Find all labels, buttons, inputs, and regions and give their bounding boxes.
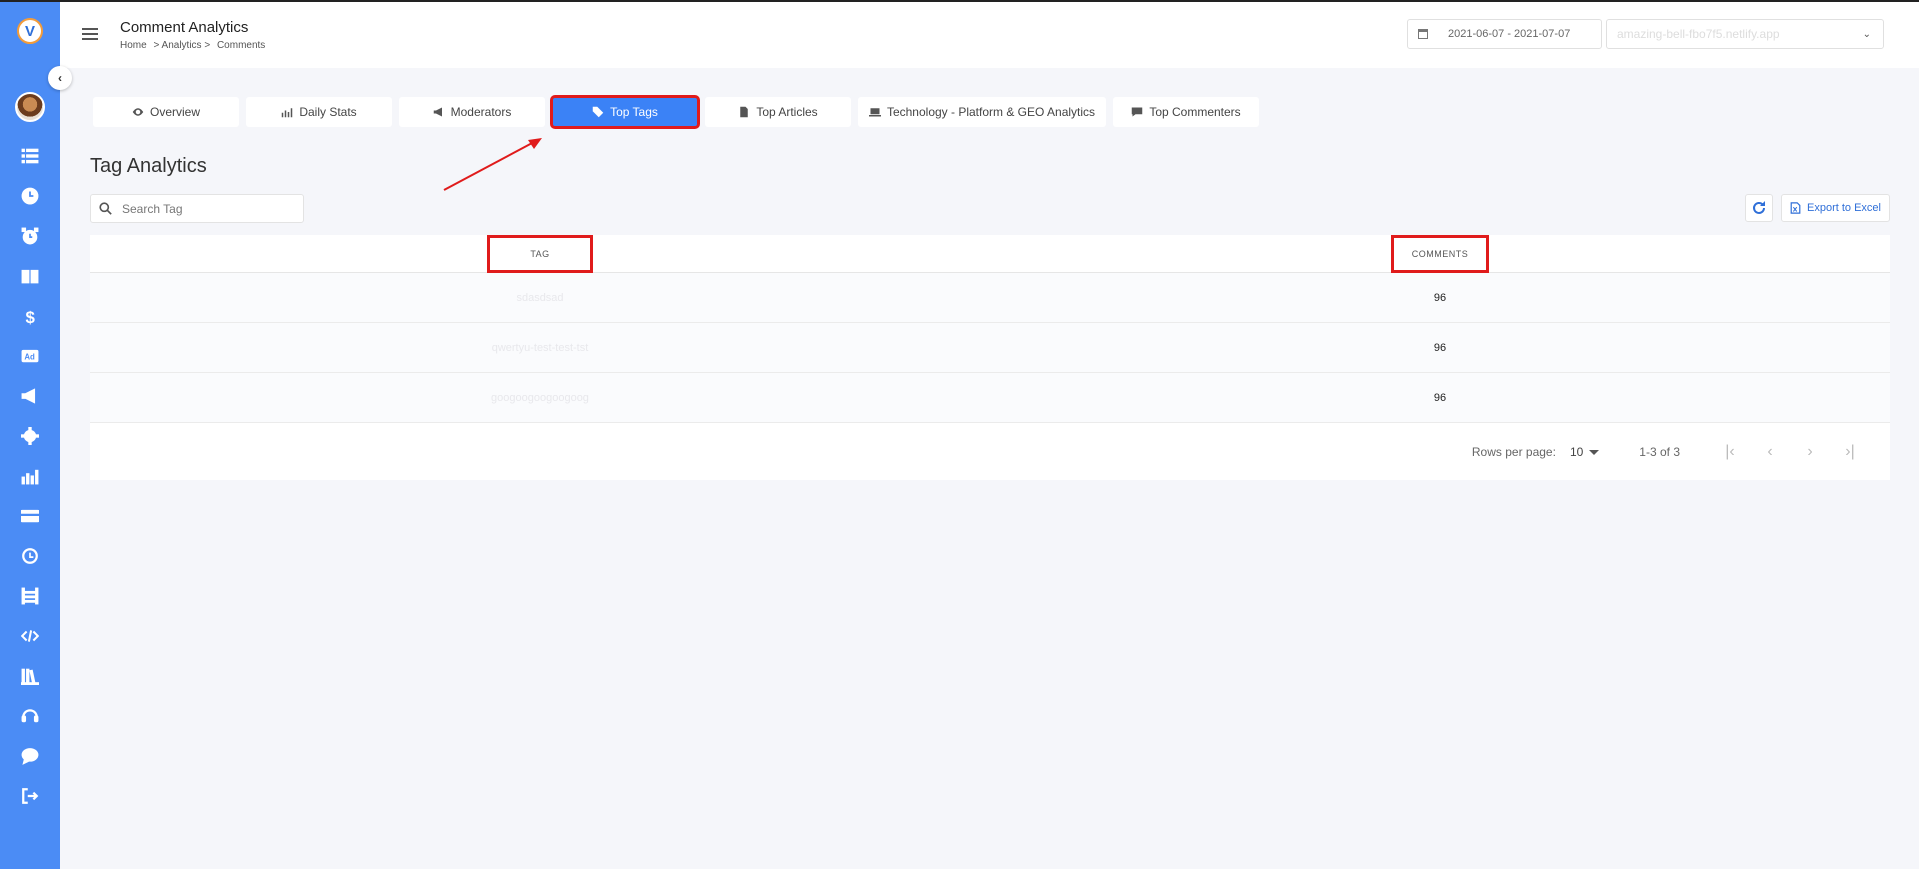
breadcrumb: Home > Analytics > Comments (120, 40, 269, 51)
rows-per-page-label: Rows per page: (1471, 445, 1556, 459)
top-header: Comment Analytics Home > Analytics > Com… (60, 2, 1919, 68)
chart-icon[interactable] (10, 456, 50, 496)
section-title: Tag Analytics (90, 155, 207, 177)
date-range-picker[interactable]: 2021-06-07 - 2021-07-07 (1407, 19, 1602, 49)
card-icon[interactable] (10, 496, 50, 536)
analytics-tabs: Overview Daily Stats Moderators Top Tags… (93, 95, 1259, 129)
cell-tag: qwertyu-test-test-tst (491, 342, 589, 354)
collapse-sidebar-button[interactable]: ‹ (48, 66, 72, 90)
laptop-icon (868, 108, 881, 117)
tab-technology[interactable]: Technology - Platform & GEO Analytics (858, 97, 1106, 127)
headset-icon[interactable] (10, 696, 50, 736)
alarm-icon[interactable] (10, 216, 50, 256)
site-select[interactable]: amazing-bell-fbo7f5.netlify.app ⌄ (1606, 19, 1884, 49)
megaphone-icon (433, 107, 442, 117)
table-header: TAG COMMENTS (90, 235, 1890, 273)
refresh-icon (1753, 201, 1765, 214)
chat-icon[interactable] (10, 736, 50, 776)
breadcrumb-home[interactable]: Home (120, 40, 147, 51)
next-page-icon[interactable]: › (1790, 443, 1830, 461)
file-icon (740, 106, 749, 118)
search-box (90, 194, 304, 223)
page-title: Comment Analytics (120, 19, 249, 36)
table-row[interactable]: googoogoogoogoog 96 (90, 373, 1890, 423)
refresh-button[interactable] (1745, 194, 1773, 222)
date-range-value: 2021-06-07 - 2021-07-07 (1448, 28, 1571, 40)
cell-comments: 96 (1433, 292, 1447, 304)
column-header-tag[interactable]: TAG (90, 235, 990, 273)
pagination-range: 1-3 of 3 (1639, 445, 1680, 459)
code-icon[interactable] (10, 616, 50, 656)
app-logo[interactable]: V (17, 18, 43, 44)
annotation-arrow (443, 138, 542, 191)
cell-tag: sdasdsad (516, 292, 564, 304)
first-page-icon[interactable]: |‹ (1710, 443, 1750, 461)
avatar[interactable] (15, 92, 45, 122)
prev-page-icon[interactable]: ‹ (1750, 443, 1790, 461)
caret-down-icon (1589, 449, 1600, 455)
tab-daily-stats[interactable]: Daily Stats (246, 97, 392, 127)
cell-comments: 96 (1433, 392, 1447, 404)
tab-moderators[interactable]: Moderators (399, 97, 545, 127)
clock-icon[interactable] (10, 176, 50, 216)
history-icon[interactable] (10, 536, 50, 576)
hamburger-menu-icon[interactable] (82, 28, 98, 40)
search-icon (99, 202, 112, 215)
abacus-icon[interactable] (10, 576, 50, 616)
column-header-comments[interactable]: COMMENTS (990, 235, 1890, 273)
export-to-excel-button[interactable]: Export to Excel (1781, 194, 1890, 222)
site-select-value: amazing-bell-fbo7f5.netlify.app (1617, 27, 1780, 41)
ad-icon[interactable]: Ad (10, 336, 50, 376)
tab-top-commenters[interactable]: Top Commenters (1113, 97, 1259, 127)
last-page-icon[interactable]: ›| (1830, 443, 1870, 461)
logout-icon[interactable] (10, 776, 50, 816)
search-tag-input[interactable] (122, 201, 292, 216)
megaphone-icon[interactable] (10, 376, 50, 416)
tab-overview[interactable]: Overview (93, 97, 239, 127)
tags-icon (592, 106, 604, 118)
sidebar: V $ Ad (0, 2, 60, 869)
table-row[interactable]: sdasdsad 96 (90, 273, 1890, 323)
tab-top-articles[interactable]: Top Articles (705, 97, 851, 127)
cell-tag: googoogoogoogoog (491, 392, 589, 404)
breadcrumb-analytics[interactable]: > Analytics > (153, 40, 210, 51)
breadcrumb-comments: Comments (216, 40, 266, 51)
comment-icon (1132, 107, 1143, 117)
pagination: Rows per page: 10 1-3 of 3 |‹ ‹ › ›| (90, 424, 1890, 480)
dollar-icon[interactable]: $ (10, 296, 50, 336)
excel-file-icon (1790, 202, 1801, 214)
cell-comments: 96 (1433, 342, 1447, 354)
calendar-icon (1418, 29, 1428, 39)
library-icon[interactable] (10, 656, 50, 696)
gear-icon[interactable] (10, 416, 50, 456)
chevron-left-icon: ‹ (58, 71, 62, 85)
svg-text:$: $ (26, 308, 36, 325)
chevron-down-icon: ⌄ (1862, 28, 1871, 40)
table-row[interactable]: qwertyu-test-test-tst 96 (90, 323, 1890, 373)
tab-top-tags[interactable]: Top Tags (550, 95, 700, 129)
chart-icon (282, 108, 293, 118)
svg-text:Ad: Ad (24, 352, 35, 361)
rows-per-page-select[interactable]: 10 (1570, 445, 1600, 459)
list-icon[interactable] (10, 136, 50, 176)
tag-analytics-table: TAG COMMENTS sdasdsad 96 qwertyu-test-te… (90, 235, 1890, 480)
book-icon[interactable] (10, 256, 50, 296)
eye-icon (132, 108, 144, 116)
